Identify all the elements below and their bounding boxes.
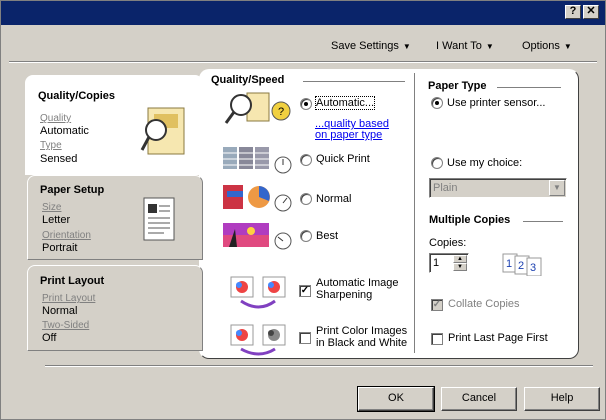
paper-type-heading: Paper Type (428, 80, 487, 92)
print-layout-value: Normal (42, 305, 78, 317)
black-white-label-2: in Black and White (316, 337, 408, 349)
svg-text:?: ? (278, 106, 284, 118)
orientation-link[interactable]: Orientation (42, 230, 91, 241)
size-value: Letter (42, 214, 71, 226)
tab-title-paper-setup: Paper Setup (40, 184, 105, 196)
last-page-first-checkbox[interactable] (431, 333, 443, 345)
quality-info-link-2[interactable]: on paper type (315, 129, 382, 141)
tab-quality-copies[interactable]: Quality/Copies Quality Automatic Type Se… (25, 75, 203, 175)
magnifier-page-icon (140, 107, 185, 155)
svg-text:1: 1 (506, 258, 512, 270)
help-title-button[interactable]: ? (565, 5, 581, 19)
multiple-copies-rule (523, 221, 563, 223)
quality-quick-label[interactable]: Quick Print (316, 153, 370, 165)
footer-separator (45, 365, 593, 367)
chevron-down-icon: ▼ (485, 42, 494, 51)
menu-separator (9, 61, 597, 63)
auto-sharpening-label-1: Automatic Image (316, 277, 399, 289)
quality-automatic-label[interactable]: Automatic... (314, 96, 376, 110)
printer-sensor-label[interactable]: Use printer sensor... (447, 97, 545, 109)
printer-sensor-radio[interactable] (431, 97, 443, 109)
my-choice-label[interactable]: Use my choice: (447, 157, 522, 169)
quality-link[interactable]: Quality (40, 113, 71, 124)
tab-paper-setup[interactable]: Paper Setup Size Letter Orientation Port… (27, 175, 203, 260)
type-link[interactable]: Type (40, 140, 62, 151)
ok-button[interactable]: OK (357, 386, 435, 412)
automatic-quality-icon: ? (224, 92, 291, 124)
tab-title-quality-copies: Quality/Copies (38, 90, 116, 102)
dropdown-arrow-icon[interactable]: ▼ (549, 180, 565, 196)
best-quality-icon (223, 223, 292, 250)
copies-spinner[interactable]: 1 ▲ ▼ (429, 253, 469, 273)
save-settings-menu[interactable]: Save Settings ▼ (331, 40, 411, 52)
quick-print-icon (223, 147, 292, 174)
spin-up-icon[interactable]: ▲ (453, 255, 467, 263)
type-value: Sensed (40, 153, 78, 165)
quality-best-label[interactable]: Best (316, 230, 338, 242)
tab-title-print-layout: Print Layout (40, 275, 105, 287)
two-sided-value: Off (42, 332, 57, 344)
two-sided-link[interactable]: Two-Sided (42, 320, 89, 331)
my-choice-radio[interactable] (431, 157, 443, 169)
page-setup-icon (143, 197, 175, 241)
chevron-down-icon: ▼ (563, 42, 572, 51)
size-link[interactable]: Size (42, 202, 61, 213)
spin-down-icon[interactable]: ▼ (453, 263, 467, 271)
paper-type-rule (497, 87, 561, 89)
collate-copies-checkbox[interactable]: ✓ (431, 299, 443, 311)
copies-label: Copies: (429, 237, 467, 249)
quality-best-radio[interactable] (300, 230, 312, 242)
paper-type-dropdown[interactable]: Plain ▼ (429, 178, 567, 198)
auto-sharpening-label-2: Sharpening (316, 289, 373, 301)
quality-automatic-radio[interactable] (300, 98, 312, 110)
options-menu[interactable]: Options ▼ (522, 40, 572, 52)
options-label: Options (522, 40, 560, 52)
collate-pages-icon: 1 2 3 (502, 253, 542, 276)
normal-quality-icon (223, 185, 292, 212)
quality-normal-label[interactable]: Normal (316, 193, 351, 205)
quality-speed-rule (303, 81, 405, 83)
last-page-first-label[interactable]: Print Last Page First (448, 332, 548, 344)
auto-sharpening-checkbox[interactable]: ✓ (299, 285, 311, 297)
save-settings-label: Save Settings (331, 40, 399, 52)
black-white-checkbox[interactable] (299, 332, 311, 344)
help-button[interactable]: Help (524, 387, 600, 411)
print-layout-link[interactable]: Print Layout (42, 293, 95, 304)
quality-speed-heading: Quality/Speed (211, 74, 285, 86)
i-want-to-label: I Want To (436, 40, 482, 52)
tab-print-layout[interactable]: Print Layout Print Layout Normal Two-Sid… (27, 265, 203, 351)
column-divider (414, 73, 415, 353)
copies-value[interactable]: 1 (433, 257, 439, 269)
image-sharpening-icon (230, 276, 286, 309)
i-want-to-menu[interactable]: I Want To ▼ (436, 40, 494, 52)
title-bar: ? ✕ (1, 1, 605, 25)
quality-normal-radio[interactable] (300, 193, 312, 205)
quality-quick-radio[interactable] (300, 154, 312, 166)
multiple-copies-heading: Multiple Copies (429, 214, 511, 226)
quality-value: Automatic (40, 125, 89, 137)
chevron-down-icon: ▼ (402, 42, 411, 51)
black-white-label-1: Print Color Images (316, 325, 408, 337)
print-properties-dialog: ? ✕ Save Settings ▼ I Want To ▼ Options ▼ Q… (0, 0, 606, 420)
svg-text:2: 2 (518, 260, 524, 272)
collate-copies-label: Collate Copies (448, 298, 520, 310)
paper-type-value: Plain (433, 182, 458, 194)
svg-text:3: 3 (530, 262, 536, 274)
orientation-value: Portrait (42, 242, 78, 254)
black-white-print-icon (230, 324, 286, 356)
cancel-button[interactable]: Cancel (441, 387, 517, 411)
close-button[interactable]: ✕ (583, 5, 599, 19)
